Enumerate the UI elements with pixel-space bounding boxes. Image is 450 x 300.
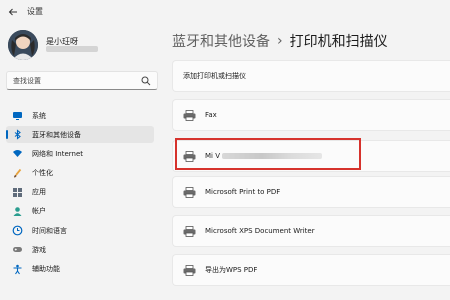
avatar[interactable]: [8, 30, 38, 60]
add-printer-card[interactable]: 添加打印机或扫描仪: [172, 60, 450, 92]
nav-list: 系统 蓝牙和其他设备 网络和 Internet 个性化 应用 帐户 时间和语言 …: [6, 107, 154, 280]
sidebar-item-gaming[interactable]: 游戏: [6, 241, 154, 258]
printer-name: Fax: [205, 111, 217, 119]
redacted-text: [222, 153, 322, 159]
sidebar-item-label: 帐户: [32, 207, 46, 216]
sidebar-item-time-language[interactable]: 时间和语言: [6, 222, 154, 239]
sidebar: 是小玨呀 系统 蓝牙和其他设备 网络和 Internet: [0, 26, 160, 300]
sidebar-item-label: 系统: [32, 111, 46, 120]
sidebar-item-label: 时间和语言: [32, 226, 67, 235]
accessibility-icon: [12, 264, 23, 275]
printer-item-xps-writer[interactable]: Microsoft XPS Document Writer: [172, 215, 450, 247]
printer-name-text: Mi V: [205, 152, 220, 160]
printer-icon: [183, 264, 196, 276]
printer-item-wps-pdf[interactable]: 导出为WPS PDF: [172, 254, 450, 286]
printer-item-mi[interactable]: Mi V: [172, 140, 450, 172]
sidebar-item-system[interactable]: 系统: [6, 107, 154, 124]
printer-icon: [183, 150, 196, 162]
printer-name: Microsoft XPS Document Writer: [205, 227, 315, 235]
printer-icon: [183, 109, 196, 121]
printer-icon: [183, 186, 196, 198]
back-arrow-icon: [8, 8, 17, 16]
printer-item-fax[interactable]: Fax: [172, 99, 450, 131]
sidebar-item-label: 辅助功能: [32, 265, 60, 273]
sidebar-item-label: 网络和 Internet: [32, 149, 84, 158]
globe-clock-icon: [12, 225, 23, 236]
gamepad-icon: [12, 244, 23, 255]
sidebar-item-bluetooth-devices[interactable]: 蓝牙和其他设备: [6, 126, 154, 144]
brush-icon: [12, 168, 23, 179]
sidebar-item-personalization[interactable]: 个性化: [6, 165, 154, 182]
apps-icon: [12, 187, 23, 198]
wifi-icon: [12, 148, 23, 159]
add-printer-label: 添加打印机或扫描仪: [183, 72, 246, 80]
sidebar-item-label: 游戏: [32, 245, 46, 254]
search-input[interactable]: [13, 74, 131, 87]
breadcrumb: 蓝牙和其他设备 › 打印机和扫描仪: [172, 30, 388, 52]
bluetooth-icon: [12, 129, 23, 140]
sidebar-item-label: 个性化: [32, 169, 53, 178]
search-box[interactable]: [6, 71, 158, 90]
printer-name: Microsoft Print to PDF: [205, 188, 281, 196]
sidebar-item-label: 蓝牙和其他设备: [32, 130, 81, 139]
search-icon: [141, 76, 151, 86]
user-email-redacted: [46, 46, 98, 52]
breadcrumb-parent[interactable]: 蓝牙和其他设备: [172, 31, 270, 51]
printer-item-microsoft-print-to-pdf[interactable]: Microsoft Print to PDF: [172, 176, 450, 208]
printer-name: 导出为WPS PDF: [205, 266, 258, 274]
title-bar: 设置: [0, 0, 450, 26]
avatar-image: [8, 30, 38, 60]
back-button[interactable]: [6, 5, 20, 19]
account-icon: [12, 206, 23, 217]
sidebar-item-network[interactable]: 网络和 Internet: [6, 145, 154, 162]
sidebar-item-accessibility[interactable]: 辅助功能: [6, 261, 154, 278]
app-title: 设置: [27, 7, 43, 16]
sidebar-item-apps[interactable]: 应用: [6, 184, 154, 201]
printer-icon: [183, 225, 196, 237]
printer-name: Mi V: [205, 152, 322, 160]
breadcrumb-separator: ›: [277, 33, 283, 49]
page-title: 打印机和扫描仪: [289, 34, 388, 50]
sidebar-item-accounts[interactable]: 帐户: [6, 203, 154, 220]
monitor-icon: [12, 110, 23, 121]
sidebar-item-label: 应用: [32, 188, 46, 197]
